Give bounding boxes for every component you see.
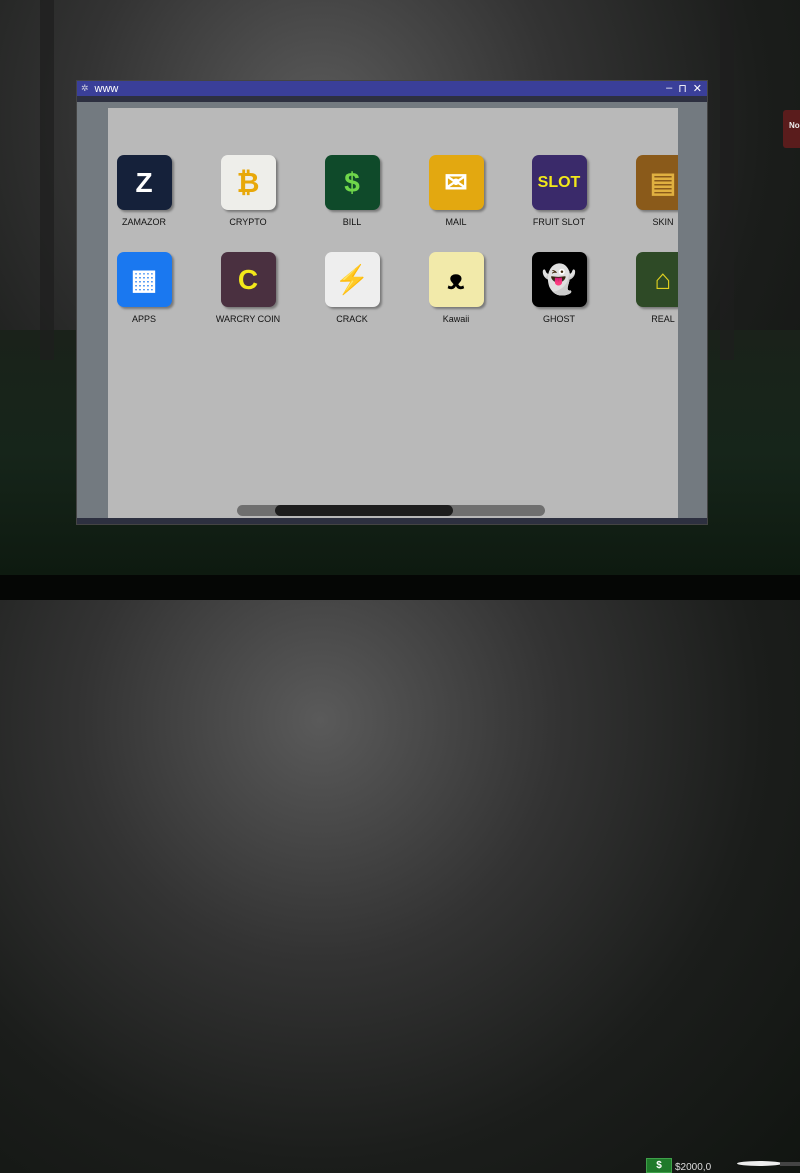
app-crack[interactable]: ⚡ CRACK <box>312 252 392 324</box>
envelope-icon[interactable]: ✉ <box>428 155 484 210</box>
calendar-icon[interactable]: ▦ <box>116 252 172 307</box>
window-icon: ✲ <box>81 83 89 93</box>
app-label: FRUIT SLOT <box>532 217 586 227</box>
app-label: REAL <box>651 314 675 324</box>
app-mail[interactable]: ✉ MAIL <box>416 155 496 227</box>
warrior-coin-icon[interactable]: C <box>220 252 276 307</box>
app-crypto[interactable]: ₿ CRYPTO <box>208 155 288 227</box>
app-real[interactable]: ⌂ REAL <box>623 252 678 324</box>
app-fruit-slot[interactable]: SLOT FRUIT SLOT <box>519 155 599 227</box>
taskbar: $ $2000,0 <box>0 575 800 1173</box>
app-zamazor[interactable]: Z ZAMAZOR <box>108 155 184 227</box>
cracked-document-icon[interactable]: ⚡ <box>324 252 380 307</box>
ghost-icon[interactable]: 👻 <box>531 252 587 307</box>
app-label: CRACK <box>336 314 368 324</box>
app-warcry-coin[interactable]: C WARCRY COIN <box>208 252 288 324</box>
app-label: APPS <box>131 314 156 324</box>
house-icon[interactable]: ⌂ <box>635 252 678 307</box>
app-label: CRYPTO <box>229 217 267 227</box>
title-divider <box>77 96 707 102</box>
cash-icon: $ <box>646 1158 672 1173</box>
chest-icon[interactable]: ▤ <box>635 155 678 210</box>
close-button[interactable]: ✕ <box>693 82 702 95</box>
browser-window: ✲ www – ⊓ ✕ Z ZAMAZOR ₿ CRYPTO $ BILL ✉ MAIL SLO… <box>76 80 708 525</box>
app-label: Kawaii <box>442 314 470 324</box>
taskbar-item[interactable] <box>780 1162 800 1166</box>
app-apps[interactable]: ▦ APPS <box>108 252 184 324</box>
notification-text: No <box>789 121 800 130</box>
app-ghost[interactable]: 👻 GHOST <box>519 252 599 324</box>
app-bill[interactable]: $ BILL <box>312 155 392 227</box>
scrollbar-thumb[interactable] <box>275 505 453 516</box>
app-skin[interactable]: ▤ SKIN <box>623 155 678 227</box>
app-label: ZAMAZOR <box>122 217 166 227</box>
app-label: MAIL <box>445 217 467 227</box>
app-label: BILL <box>342 217 362 227</box>
app-kawaii[interactable]: ᴥ Kawaii <box>416 252 496 324</box>
app-label: SKIN <box>652 217 674 227</box>
bear-face-icon[interactable]: ᴥ <box>428 252 484 307</box>
money-balance: $2000,0 <box>675 1162 712 1173</box>
app-grid: Z ZAMAZOR ₿ CRYPTO $ BILL ✉ MAIL SLOT FRUIT SLOT ▤… <box>108 108 678 519</box>
window-bottom-border <box>77 518 707 524</box>
zamazor-icon[interactable]: Z <box>116 155 172 210</box>
maximize-button[interactable]: ⊓ <box>678 82 687 95</box>
window-title: www <box>94 82 119 95</box>
fruit-slot-icon[interactable]: SLOT <box>531 155 587 210</box>
app-label: WARCRY COIN <box>215 314 281 324</box>
minimize-button[interactable]: – <box>666 82 672 95</box>
bitcoin-icon[interactable]: ₿ <box>220 155 276 210</box>
title-bar[interactable]: ✲ www – ⊓ ✕ <box>77 81 707 96</box>
notification-popup[interactable]: No <box>783 110 800 148</box>
taskbar-item[interactable] <box>737 1161 782 1166</box>
cash-icon[interactable]: $ <box>324 155 380 210</box>
app-label: GHOST <box>542 314 575 324</box>
horizontal-scrollbar[interactable] <box>237 505 545 516</box>
